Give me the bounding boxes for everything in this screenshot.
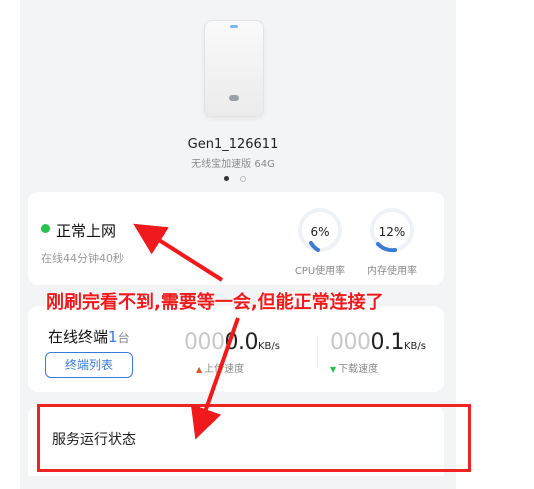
memory-gauge-arc: [376, 242, 397, 253]
memory-usage-label: 内存使用率: [367, 266, 417, 277]
speed-divider: [317, 336, 318, 368]
device-model: 无线宝加速版 64G: [191, 159, 275, 170]
highlight-box: [37, 404, 471, 472]
network-status-text: 正常上网: [56, 222, 117, 240]
download-speed-label: 下载速度: [338, 364, 379, 375]
pager-dot-inactive[interactable]: [240, 176, 246, 182]
upload-speed: 0000.0KB/s: [184, 330, 280, 355]
download-speed-caption: ▼ 下载速度: [330, 360, 378, 375]
download-speed-prefix: 000: [330, 330, 371, 355]
online-terminals-label: 在线终端: [48, 328, 109, 346]
brand-logo-icon: [229, 95, 239, 101]
router-image: [204, 20, 264, 117]
upload-speed-label: 上传速度: [204, 364, 245, 375]
online-status-dot-icon: [41, 224, 50, 233]
cpu-usage-value: 6%: [310, 225, 330, 239]
annotation-text: 刚刷完看不到,需要等一会,但能正常连接了: [46, 292, 384, 313]
upload-speed-unit: KB/s: [258, 341, 280, 352]
device-name: Gen1_126611: [187, 137, 279, 152]
upload-speed-caption: ▲ 上传速度: [196, 360, 244, 375]
pager-dot-active[interactable]: [224, 176, 229, 181]
online-duration: 在线44分钟40秒: [41, 252, 124, 265]
download-speed-value: 0.1: [370, 330, 405, 355]
online-terminals-count: 1: [108, 328, 118, 346]
upload-speed-prefix: 000: [184, 330, 225, 355]
download-triangle-icon: ▼: [330, 365, 337, 374]
led-indicator: [230, 25, 238, 28]
download-speed-unit: KB/s: [404, 341, 426, 352]
download-speed: 0000.1KB/s: [330, 330, 426, 355]
cpu-usage-label: CPU使用率: [294, 266, 346, 277]
upload-triangle-icon: ▲: [196, 365, 203, 374]
terminal-list-button[interactable]: 终端列表: [45, 352, 133, 378]
memory-usage-value: 12%: [378, 225, 406, 239]
online-terminals-unit: 台: [117, 331, 130, 345]
upload-speed-value: 0.0: [224, 330, 259, 355]
online-terminals: 在线终端1台: [48, 326, 130, 347]
